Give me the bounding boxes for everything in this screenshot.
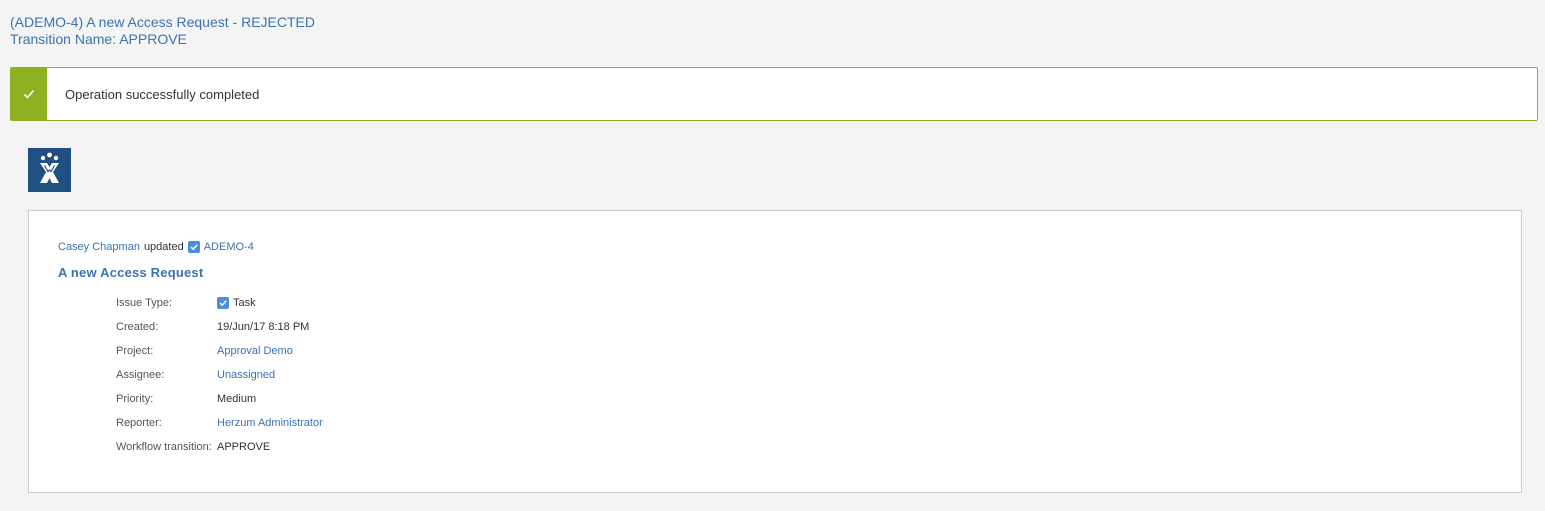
- activity-line: Casey Chapman updated ADEMO-4: [58, 241, 254, 253]
- user-link[interactable]: Casey Chapman: [58, 241, 140, 253]
- field-label: Priority:: [116, 393, 154, 405]
- field-label: Assignee:: [116, 369, 165, 381]
- field-value: Task: [217, 297, 256, 309]
- created-value: 19/Jun/17 8:18 PM: [217, 321, 310, 333]
- activity-verb: updated: [143, 241, 184, 253]
- field-label: Reporter:: [116, 417, 162, 429]
- field-label: Project:: [116, 345, 154, 357]
- assignee-link[interactable]: Unassigned: [217, 369, 275, 381]
- alert-message: Operation successfully completed: [65, 87, 260, 102]
- alert-status-bar: [11, 68, 47, 120]
- task-icon: [217, 297, 229, 309]
- page-title: (ADEMO-4) A new Access Request - REJECTE…: [10, 14, 315, 30]
- success-alert: Operation successfully completed: [10, 67, 1538, 121]
- transition-name: Transition Name: APPROVE: [10, 31, 187, 47]
- task-icon: [187, 241, 200, 253]
- field-label: Workflow transition:: [116, 441, 212, 453]
- page-header: (ADEMO-4) A new Access Request - REJECTE…: [10, 14, 315, 48]
- field-label: Created:: [116, 321, 159, 333]
- field-label: Issue Type:: [116, 297, 173, 309]
- project-link[interactable]: Approval Demo: [217, 345, 293, 357]
- reporter-link[interactable]: Herzum Administrator: [217, 417, 323, 429]
- issue-title-link[interactable]: A new Access Request: [58, 265, 203, 280]
- issue-key-link[interactable]: ADEMO-4: [204, 241, 254, 253]
- workflow-transition-value: APPROVE: [217, 441, 271, 453]
- priority-value: Medium: [217, 393, 257, 405]
- jira-logo-icon: [28, 148, 71, 192]
- issue-card: Casey Chapman updated ADEMO-4 A new Acce…: [28, 210, 1522, 493]
- check-icon: [23, 89, 35, 99]
- issue-type-value: Task: [233, 297, 256, 309]
